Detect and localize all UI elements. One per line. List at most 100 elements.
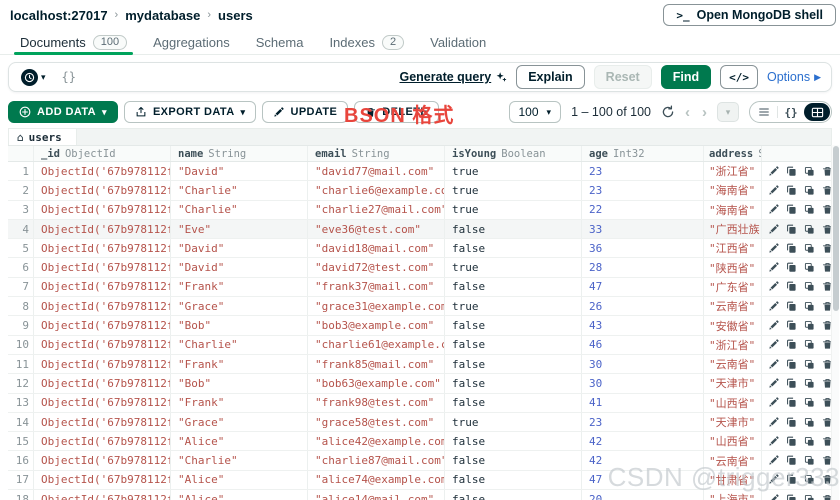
cell-id[interactable]: ObjectId('67b978112fde274… — [34, 200, 171, 219]
cell-age[interactable]: 30 — [582, 374, 704, 393]
find-button[interactable]: Find — [660, 65, 712, 89]
cell-id[interactable]: ObjectId('67b978112fde274… — [34, 374, 171, 393]
copy-document-icon[interactable] — [786, 281, 797, 292]
cell-id[interactable]: ObjectId('67b978112fde274… — [34, 219, 171, 239]
cell-name[interactable]: "Grace" — [171, 412, 308, 432]
cell-name[interactable]: "David" — [171, 258, 308, 277]
cell-age[interactable]: 30 — [582, 354, 704, 374]
reset-button[interactable]: Reset — [593, 65, 652, 89]
cell-address[interactable]: "广西壮族自治区" — [704, 219, 762, 239]
cell-email[interactable]: "frank37@mail.com" — [308, 277, 445, 297]
cell-id[interactable]: ObjectId('67b978112fde274… — [34, 181, 171, 200]
cell-age[interactable]: 33 — [582, 219, 704, 239]
cell-age[interactable]: 20 — [582, 490, 704, 500]
cell-isyoung[interactable]: true — [445, 412, 582, 432]
table-row[interactable]: 7 ObjectId('67b978112fde274… "Frank" "fr… — [8, 277, 832, 298]
cell-isyoung[interactable]: false — [445, 277, 582, 297]
open-shell-button[interactable]: >_ Open MongoDB shell — [663, 4, 836, 26]
cell-age[interactable]: 23 — [582, 162, 704, 181]
cell-email[interactable]: "eve36@test.com" — [308, 219, 445, 239]
cell-age[interactable]: 46 — [582, 335, 704, 354]
copy-document-icon[interactable] — [786, 474, 797, 485]
clone-document-icon[interactable] — [804, 166, 815, 177]
cell-isyoung[interactable]: true — [445, 181, 582, 200]
copy-document-icon[interactable] — [786, 185, 797, 196]
cell-address[interactable]: "广东省" — [704, 277, 762, 297]
clone-document-icon[interactable] — [804, 301, 815, 312]
cell-name[interactable]: "Alice" — [171, 490, 308, 500]
copy-document-icon[interactable] — [786, 301, 797, 312]
copy-document-icon[interactable] — [786, 494, 797, 500]
cell-isyoung[interactable]: false — [445, 239, 582, 258]
cell-email[interactable]: "david18@mail.com" — [308, 239, 445, 258]
cell-address[interactable]: "浙江省" — [704, 162, 762, 181]
table-row[interactable]: 14 ObjectId('67b978112fde274… "Grace" "g… — [8, 412, 832, 433]
cell-email[interactable]: "frank98@test.com" — [308, 393, 445, 412]
code-toggle-button[interactable]: </> — [720, 65, 758, 89]
clone-document-icon[interactable] — [804, 185, 815, 196]
cell-name[interactable]: "Alice" — [171, 432, 308, 451]
explain-button[interactable]: Explain — [516, 65, 585, 89]
cell-id[interactable]: ObjectId('67b978112fde274… — [34, 393, 171, 412]
header-isyoung[interactable]: isYoung Boolean — [445, 146, 582, 161]
options-toggle[interactable]: Options ▶ — [767, 70, 821, 84]
copy-document-icon[interactable] — [786, 455, 797, 466]
cell-isyoung[interactable]: true — [445, 162, 582, 181]
copy-document-icon[interactable] — [786, 320, 797, 331]
cell-age[interactable]: 22 — [582, 200, 704, 219]
edit-document-icon[interactable] — [768, 320, 779, 331]
edit-document-icon[interactable] — [768, 204, 779, 215]
table-row[interactable]: 10 ObjectId('67b978112fde274… "Charlie" … — [8, 335, 832, 355]
cell-name[interactable]: "David" — [171, 162, 308, 181]
cell-email[interactable]: "bob3@example.com" — [308, 316, 445, 335]
tab-aggregations[interactable]: Aggregations — [153, 30, 230, 55]
cell-id[interactable]: ObjectId('67b978112fde274… — [34, 490, 171, 500]
edit-document-icon[interactable] — [768, 494, 779, 500]
cell-address[interactable]: "山西省" — [704, 432, 762, 451]
cell-age[interactable]: 23 — [582, 181, 704, 200]
clone-document-icon[interactable] — [804, 397, 815, 408]
table-row[interactable]: 13 ObjectId('67b978112fde274… "Frank" "f… — [8, 393, 832, 413]
clone-document-icon[interactable] — [804, 359, 815, 370]
header-email[interactable]: email String — [308, 146, 445, 161]
tab-validation[interactable]: Validation — [430, 30, 486, 55]
cell-email[interactable]: "alice42@example.com" — [308, 432, 445, 451]
cell-id[interactable]: ObjectId('67b978112fde274… — [34, 297, 171, 316]
cell-name[interactable]: "Charlie" — [171, 451, 308, 470]
breadcrumb-collection[interactable]: users — [218, 8, 253, 23]
update-button[interactable]: UPDATE — [262, 101, 349, 123]
collection-tab-users[interactable]: ⌂ users — [9, 129, 77, 145]
cell-address[interactable]: "海南省" — [704, 181, 762, 200]
table-row[interactable]: 9 ObjectId('67b978112fde274… "Bob" "bob3… — [8, 316, 832, 336]
tab-documents[interactable]: Documents 100 — [13, 30, 134, 55]
refresh-button[interactable] — [661, 105, 675, 119]
edit-document-icon[interactable] — [768, 262, 779, 273]
prev-page-button[interactable]: ‹ — [685, 105, 690, 120]
cell-name[interactable]: "Grace" — [171, 297, 308, 316]
cell-age[interactable]: 41 — [582, 393, 704, 412]
copy-document-icon[interactable] — [786, 262, 797, 273]
cell-age[interactable]: 28 — [582, 258, 704, 277]
add-data-button[interactable]: ADD DATA ▾ — [8, 101, 118, 123]
clone-document-icon[interactable] — [804, 243, 815, 254]
copy-document-icon[interactable] — [786, 397, 797, 408]
table-row[interactable]: 6 ObjectId('67b978112fde274… "David" "da… — [8, 258, 832, 278]
clone-document-icon[interactable] — [804, 262, 815, 273]
header-id[interactable]: _id ObjectId — [34, 146, 171, 161]
cell-address[interactable]: "陕西省" — [704, 258, 762, 277]
cell-address[interactable]: "上海市" — [704, 490, 762, 500]
scrollbar-thumb[interactable] — [833, 146, 839, 311]
copy-document-icon[interactable] — [786, 339, 797, 350]
edit-document-icon[interactable] — [768, 166, 779, 177]
cell-address[interactable]: "天津市" — [704, 374, 762, 393]
cell-id[interactable]: ObjectId('67b978112fde274… — [34, 277, 171, 297]
clone-document-icon[interactable] — [804, 455, 815, 466]
edit-document-icon[interactable] — [768, 339, 779, 350]
cell-id[interactable]: ObjectId('67b978112fde274… — [34, 258, 171, 277]
cell-isyoung[interactable]: false — [445, 316, 582, 335]
cell-email[interactable]: "charlie87@mail.com" — [308, 451, 445, 470]
cell-email[interactable]: "alice74@example.com" — [308, 470, 445, 490]
cell-isyoung[interactable]: false — [445, 490, 582, 500]
clone-document-icon[interactable] — [804, 436, 815, 447]
cell-isyoung[interactable]: false — [445, 335, 582, 354]
